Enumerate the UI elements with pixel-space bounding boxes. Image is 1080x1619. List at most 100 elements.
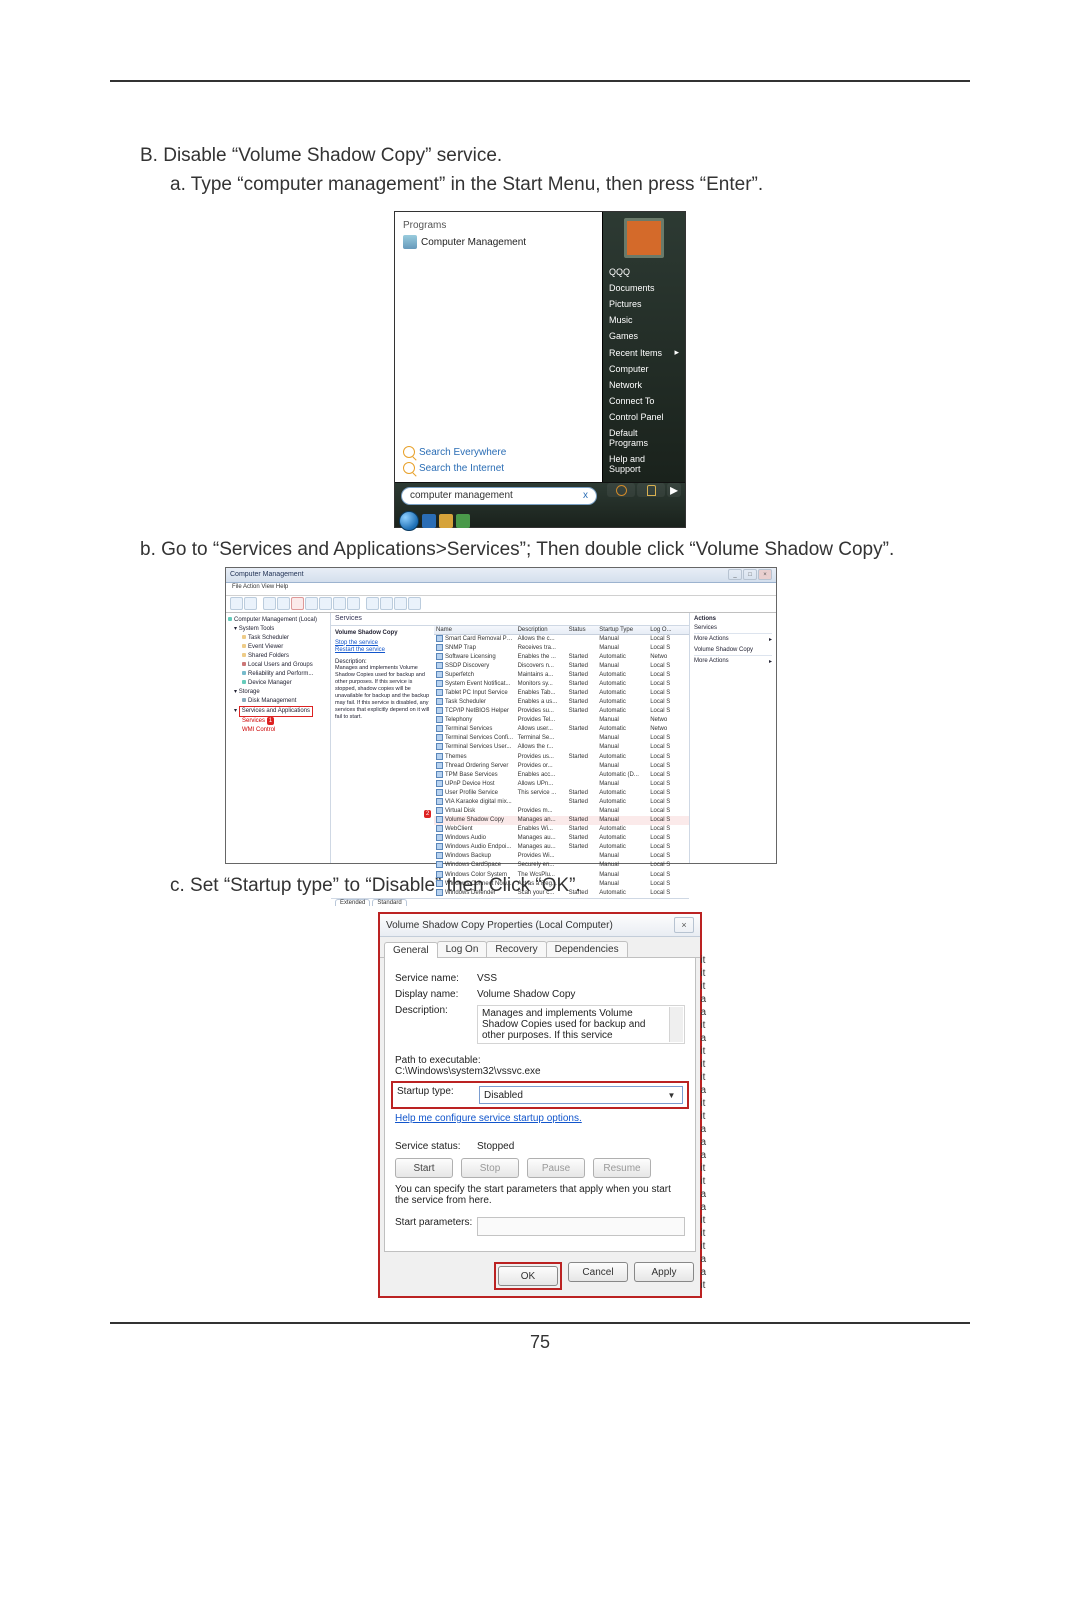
maximize-icon[interactable]: □	[743, 569, 757, 580]
service-row[interactable]: TPM Base ServicesEnables acc...Automatic…	[434, 771, 689, 780]
services-list[interactable]: 2 NameDescriptionStatusStartup TypeLog O…	[434, 626, 689, 898]
display-name-value: Volume Shadow Copy	[477, 989, 685, 1000]
tab-logon[interactable]: Log On	[437, 941, 488, 957]
start-right-item[interactable]: Network	[603, 377, 685, 393]
service-row[interactable]: Virtual DiskProvides m...ManualLocal S	[434, 807, 689, 816]
start-right-item[interactable]: Computer	[603, 361, 685, 377]
service-row[interactable]: Windows DefenderScan your c...StartedAut…	[434, 889, 689, 898]
start-right-item[interactable]: Recent Items▸	[603, 344, 685, 361]
service-row[interactable]: Windows Color SystemThe WcsPlu...ManualL…	[434, 871, 689, 880]
power-button[interactable]	[607, 483, 635, 497]
toolbar-icon[interactable]	[319, 597, 332, 610]
service-row[interactable]: Terminal Services User...Allows the r...…	[434, 743, 689, 752]
shutdown-options[interactable]: ▸	[667, 483, 681, 497]
start-button[interactable]: Start	[395, 1158, 453, 1178]
taskbar-icon[interactable]	[439, 514, 453, 528]
pause-icon[interactable]	[394, 597, 407, 610]
start-parameters-input[interactable]	[477, 1217, 685, 1236]
start-right-item[interactable]: Connect To	[603, 393, 685, 409]
search-internet[interactable]: Search the Internet	[403, 462, 594, 474]
close-icon[interactable]: ×	[758, 569, 772, 580]
apply-button[interactable]: Apply	[634, 1262, 694, 1282]
pause-button[interactable]: Pause	[527, 1158, 585, 1178]
minimize-icon[interactable]: _	[728, 569, 742, 580]
taskbar-icon[interactable]	[456, 514, 470, 528]
restart-icon[interactable]	[408, 597, 421, 610]
service-row[interactable]: Tablet PC Input ServiceEnables Tab...Sta…	[434, 689, 689, 698]
computer-management-result[interactable]: Computer Management	[403, 235, 594, 249]
toolbar-icon[interactable]	[333, 597, 346, 610]
service-row[interactable]: Terminal Services Confi...Terminal Se...…	[434, 734, 689, 743]
tab-recovery[interactable]: Recovery	[486, 941, 546, 957]
start-right-item[interactable]: Documents	[603, 280, 685, 296]
service-row[interactable]: VIA Karaoke digital mix...StartedAutomat…	[434, 798, 689, 807]
column-header[interactable]: Status	[567, 626, 598, 635]
service-row[interactable]: Smart Card Removal Po...Allows the c...M…	[434, 634, 689, 644]
tab-dependencies[interactable]: Dependencies	[546, 941, 628, 957]
back-icon[interactable]	[230, 597, 243, 610]
clear-search-icon[interactable]: x	[583, 488, 588, 504]
lock-button[interactable]	[637, 483, 665, 497]
startup-type-select[interactable]: Disabled ▼	[479, 1086, 683, 1104]
service-row[interactable]: ThemesProvides us...StartedAutomaticLoca…	[434, 753, 689, 762]
start-right-item[interactable]: Control Panel	[603, 409, 685, 425]
help-startup-link[interactable]: Help me configure service startup option…	[395, 1113, 582, 1124]
cancel-button[interactable]: Cancel	[568, 1262, 628, 1282]
toolbar-icon[interactable]	[277, 597, 290, 610]
column-header[interactable]: Description	[516, 626, 567, 635]
service-row[interactable]: Thread Ordering ServerProvides or...Manu…	[434, 762, 689, 771]
start-right-item[interactable]: Pictures	[603, 296, 685, 312]
start-right-item[interactable]: Games	[603, 328, 685, 344]
service-row[interactable]: Windows CardSpaceSecurely en...ManualLoc…	[434, 861, 689, 870]
mmc-menu[interactable]: File Action View Help	[226, 583, 776, 596]
service-row[interactable]: Windows AudioManages au...StartedAutomat…	[434, 834, 689, 843]
section-b-heading: B. Disable “Volume Shadow Copy” service.	[140, 142, 970, 171]
service-row[interactable]: Windows BackupProvides Wi...ManualLocal …	[434, 852, 689, 861]
column-header[interactable]: Name	[434, 626, 516, 635]
service-row[interactable]: TelephonyProvides Tel...ManualNetwo	[434, 716, 689, 725]
start-right-item[interactable]: Default Programs	[603, 425, 685, 451]
service-row[interactable]: Terminal ServicesAllows user...StartedAu…	[434, 725, 689, 734]
column-header[interactable]: Startup Type	[597, 626, 648, 635]
toolbar-icon[interactable]	[305, 597, 318, 610]
tab-general[interactable]: General	[384, 942, 438, 958]
service-row[interactable]: User Profile ServiceThis service ...Star…	[434, 789, 689, 798]
stop-icon[interactable]	[380, 597, 393, 610]
service-row[interactable]: SNMP TrapReceives tra...ManualLocal S	[434, 644, 689, 653]
toolbar-icon[interactable]	[263, 597, 276, 610]
service-row[interactable]: Windows Audio Endpoi...Manages au...Star…	[434, 843, 689, 852]
service-name-value: VSS	[477, 973, 685, 984]
more-actions-link[interactable]: More Actions▸	[694, 636, 772, 643]
mmc-tree[interactable]: Computer Management (Local) ▾ System Too…	[226, 613, 331, 863]
start-right-item[interactable]: Music	[603, 312, 685, 328]
more-actions-link[interactable]: More Actions▸	[694, 658, 772, 665]
taskbar-icon[interactable]	[422, 514, 436, 528]
scrollbar[interactable]	[669, 1007, 683, 1042]
column-header[interactable]: Log O...	[648, 626, 689, 635]
service-row[interactable]: Task SchedulerEnables a us...StartedAuto…	[434, 698, 689, 707]
play-icon[interactable]	[366, 597, 379, 610]
start-right-item[interactable]: Help and Support	[603, 451, 685, 477]
start-orb-icon[interactable]	[399, 511, 419, 531]
service-row[interactable]: TCP/IP NetBIOS HelperProvides su...Start…	[434, 707, 689, 716]
service-row[interactable]: System Event Notificat...Monitors sy...S…	[434, 680, 689, 689]
stop-button[interactable]: Stop	[461, 1158, 519, 1178]
stop-service-link[interactable]: Stop the service	[335, 640, 430, 646]
resume-button[interactable]: Resume	[593, 1158, 651, 1178]
service-row[interactable]: UPnP Device HostAllows UPn...ManualLocal…	[434, 780, 689, 789]
service-row[interactable]: Software LicensingEnables the ...Started…	[434, 653, 689, 662]
service-row[interactable]: SSDP DiscoveryDiscovers n...StartedManua…	[434, 662, 689, 671]
ok-button[interactable]: OK	[498, 1266, 558, 1286]
service-row[interactable]: Windows Connect Now...Act as a Reg...Man…	[434, 880, 689, 889]
forward-icon[interactable]	[244, 597, 257, 610]
service-row[interactable]: WebClientEnables Wi...StartedAutomaticLo…	[434, 825, 689, 834]
close-icon[interactable]: ×	[674, 917, 694, 933]
start-search-input[interactable]: computer management x	[401, 487, 597, 505]
toolbar-icon[interactable]	[347, 597, 360, 610]
service-row[interactable]: Volume Shadow CopyManages an...StartedMa…	[434, 816, 689, 825]
service-row[interactable]: SuperfetchMaintains a...StartedAutomatic…	[434, 671, 689, 680]
toolbar-icon[interactable]	[291, 597, 304, 610]
search-everywhere[interactable]: Search Everywhere	[403, 446, 594, 458]
restart-service-link[interactable]: Restart the service	[335, 647, 430, 653]
user-name[interactable]: QQQ	[603, 264, 685, 280]
